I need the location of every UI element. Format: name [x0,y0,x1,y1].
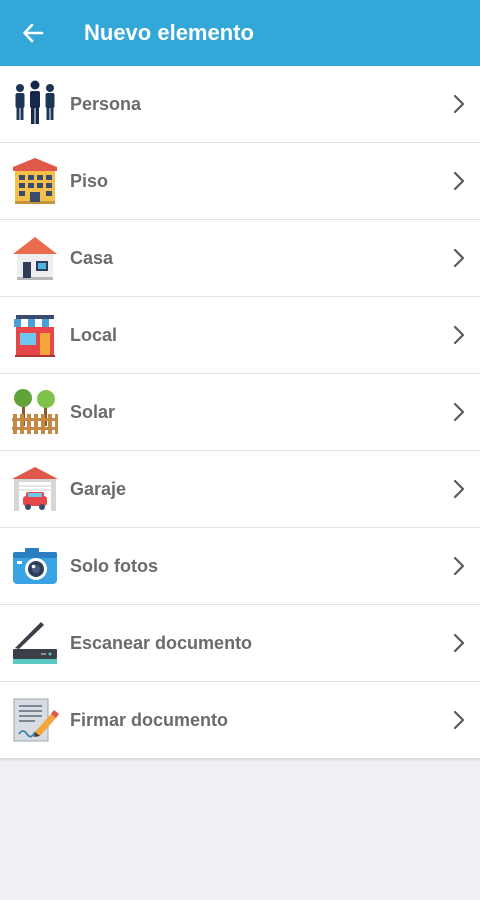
list-item-local[interactable]: Local [0,297,480,374]
garage-car-icon [11,465,59,513]
list-item-label: Solo fotos [70,555,158,576]
trees-fence-icon [11,388,59,436]
house-icon [11,234,59,282]
list-item-escanear-documento[interactable]: Escanear documento [0,605,480,682]
list-item-solo-fotos[interactable]: Solo fotos [0,528,480,605]
list-item-label: Solar [70,401,116,422]
chevron-right-icon [444,166,474,196]
list-item-label: Escanear documento [70,632,253,653]
chevron-right-icon [444,89,474,119]
list-item-firmar-documento[interactable]: Firmar documento [0,682,480,759]
list-item-solar[interactable]: Solar [0,374,480,451]
list-item-persona[interactable]: Persona [0,66,480,143]
chevron-right-icon [444,397,474,427]
list-item-label: Firmar documento [70,709,229,730]
chevron-right-icon [444,551,474,581]
arrow-left-icon [23,23,44,43]
new-item-list: Persona Piso Casa Local Solar Garaje Sol… [0,66,480,759]
list-item-label: Casa [70,247,114,268]
list-item-label: Piso [70,170,109,191]
app-bar: Nuevo elemento [0,0,480,66]
list-item-piso[interactable]: Piso [0,143,480,220]
chevron-right-icon [444,243,474,273]
apartment-building-icon [11,157,59,205]
list-item-label: Garaje [70,478,127,499]
list-item-label: Local [70,324,118,345]
list-item-garaje[interactable]: Garaje [0,451,480,528]
list-item-casa[interactable]: Casa [0,220,480,297]
camera-icon [11,542,59,590]
chevron-right-icon [444,320,474,350]
chevron-right-icon [444,474,474,504]
people-icon [11,80,59,128]
page-title: Nuevo elemento [84,20,254,45]
chevron-right-icon [444,628,474,658]
scanner-icon [11,619,59,667]
sign-document-icon [11,696,59,744]
back-button[interactable] [0,0,66,66]
shop-icon [11,311,59,359]
list-item-label: Persona [70,93,142,114]
chevron-right-icon [444,705,474,735]
